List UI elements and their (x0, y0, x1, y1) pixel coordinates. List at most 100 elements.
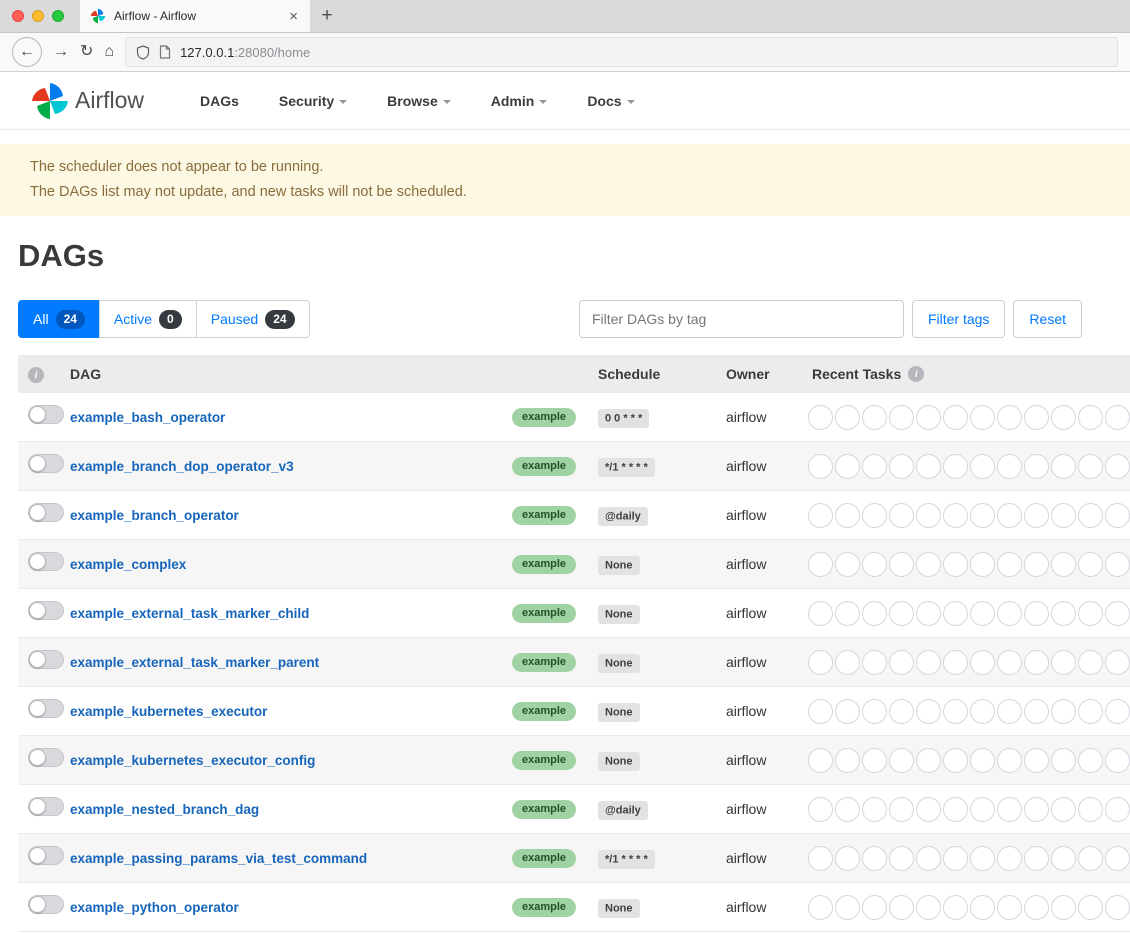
recent-task-circle (1024, 405, 1049, 430)
dag-pause-toggle[interactable] (28, 699, 64, 718)
filter-tab-label: Active (114, 311, 152, 327)
dag-tag-badge[interactable]: example (512, 800, 576, 819)
info-icon: i (908, 366, 924, 382)
url-bar[interactable]: 127.0.0.1:28080/home (125, 37, 1118, 67)
dag-pause-toggle[interactable] (28, 503, 64, 522)
column-header-schedule[interactable]: Schedule (590, 366, 718, 382)
tag-filter-input[interactable] (579, 300, 904, 338)
dag-link[interactable]: example_external_task_marker_child (70, 606, 309, 621)
recent-task-circle (808, 405, 833, 430)
recent-task-circle (1078, 650, 1103, 675)
recent-task-circle (943, 748, 968, 773)
filter-tab-all[interactable]: All24 (18, 300, 100, 338)
recent-task-circle (862, 503, 887, 528)
recent-tasks (804, 454, 1130, 479)
dag-owner: airflow (718, 409, 804, 425)
new-tab-button[interactable]: + (310, 0, 344, 32)
recent-task-circle (943, 552, 968, 577)
recent-task-circle (808, 552, 833, 577)
dag-pause-toggle[interactable] (28, 552, 64, 571)
column-header-owner[interactable]: Owner (718, 366, 804, 382)
dag-tag-badge[interactable]: example (512, 898, 576, 917)
reload-button[interactable]: ↻ (80, 44, 93, 60)
filter-tab-paused[interactable]: Paused24 (196, 300, 310, 338)
dag-link[interactable]: example_bash_operator (70, 410, 225, 425)
dag-row: example_nested_branch_dag example @daily… (18, 785, 1130, 834)
filter-tab-active[interactable]: Active 0 (99, 300, 197, 338)
dag-link[interactable]: example_complex (70, 557, 186, 572)
recent-task-circle (1051, 503, 1076, 528)
dag-link[interactable]: example_passing_params_via_test_command (70, 851, 367, 866)
recent-task-circle (970, 454, 995, 479)
recent-task-circle (997, 895, 1022, 920)
back-button[interactable]: ← (12, 37, 42, 67)
dag-tag-badge[interactable]: example (512, 604, 576, 623)
recent-task-circle (1024, 797, 1049, 822)
recent-task-circle (1051, 454, 1076, 479)
recent-task-circle (889, 895, 914, 920)
dag-tag-badge[interactable]: example (512, 408, 576, 427)
recent-task-circle (916, 748, 941, 773)
recent-task-circle (1078, 405, 1103, 430)
dag-link[interactable]: example_branch_operator (70, 508, 239, 523)
dag-link[interactable]: example_branch_dop_operator_v3 (70, 459, 294, 474)
recent-task-circle (916, 797, 941, 822)
dag-link[interactable]: example_nested_branch_dag (70, 802, 259, 817)
dag-row: example_external_task_marker_parent exam… (18, 638, 1130, 687)
dag-owner: airflow (718, 458, 804, 474)
recent-tasks (804, 699, 1130, 724)
dag-tag-badge[interactable]: example (512, 506, 576, 525)
reset-button[interactable]: Reset (1013, 300, 1082, 338)
nav-item-admin[interactable]: Admin (491, 93, 548, 109)
recent-task-circle (1105, 552, 1130, 577)
nav-item-security[interactable]: Security (279, 93, 347, 109)
dag-link[interactable]: example_kubernetes_executor_config (70, 753, 315, 768)
forward-button[interactable]: → (53, 44, 69, 60)
tab-close-icon[interactable]: × (287, 8, 300, 25)
airflow-brand[interactable]: Airflow (30, 81, 144, 121)
filter-tags-button[interactable]: Filter tags (912, 300, 1005, 338)
dag-pause-toggle[interactable] (28, 650, 64, 669)
nav-item-docs[interactable]: Docs (587, 93, 634, 109)
dag-link[interactable]: example_python_operator (70, 900, 239, 915)
dag-pause-toggle[interactable] (28, 797, 64, 816)
nav-item-dags[interactable]: DAGs (200, 93, 239, 109)
recent-task-circle (1105, 601, 1130, 626)
dag-pause-toggle[interactable] (28, 601, 64, 620)
home-button[interactable]: ⌂ (104, 44, 114, 60)
schedule-badge: */1 * * * * (598, 850, 655, 869)
dag-tag-badge[interactable]: example (512, 702, 576, 721)
dag-pause-toggle[interactable] (28, 748, 64, 767)
filter-count-badge: 0 (159, 310, 182, 329)
dag-tag-badge[interactable]: example (512, 849, 576, 868)
page-info-icon[interactable] (159, 45, 171, 59)
dag-pause-toggle[interactable] (28, 895, 64, 914)
recent-task-circle (1024, 552, 1049, 577)
recent-task-circle (1105, 650, 1130, 675)
recent-task-circle (916, 650, 941, 675)
dag-pause-toggle[interactable] (28, 846, 64, 865)
zoom-window-button[interactable] (52, 10, 64, 22)
shield-icon[interactable] (136, 45, 150, 60)
dag-link[interactable]: example_kubernetes_executor (70, 704, 267, 719)
recent-task-circle (808, 699, 833, 724)
close-window-button[interactable] (12, 10, 24, 22)
schedule-badge: None (598, 556, 640, 575)
nav-item-browse[interactable]: Browse (387, 93, 451, 109)
dag-tag-badge[interactable]: example (512, 653, 576, 672)
recent-task-circle (1105, 503, 1130, 528)
dag-tag-badge[interactable]: example (512, 555, 576, 574)
toggle-knob (29, 504, 46, 521)
chevron-down-icon (339, 100, 347, 104)
recent-task-circle (1078, 797, 1103, 822)
dag-link[interactable]: example_external_task_marker_parent (70, 655, 319, 670)
browser-tab[interactable]: Airflow - Airflow × (80, 0, 310, 32)
back-arrow-icon: ← (19, 44, 35, 60)
recent-task-circle (1051, 601, 1076, 626)
dag-tag-badge[interactable]: example (512, 457, 576, 476)
dag-pause-toggle[interactable] (28, 405, 64, 424)
minimize-window-button[interactable] (32, 10, 44, 22)
dag-pause-toggle[interactable] (28, 454, 64, 473)
column-header-dag[interactable]: DAG (70, 366, 590, 382)
dag-tag-badge[interactable]: example (512, 751, 576, 770)
